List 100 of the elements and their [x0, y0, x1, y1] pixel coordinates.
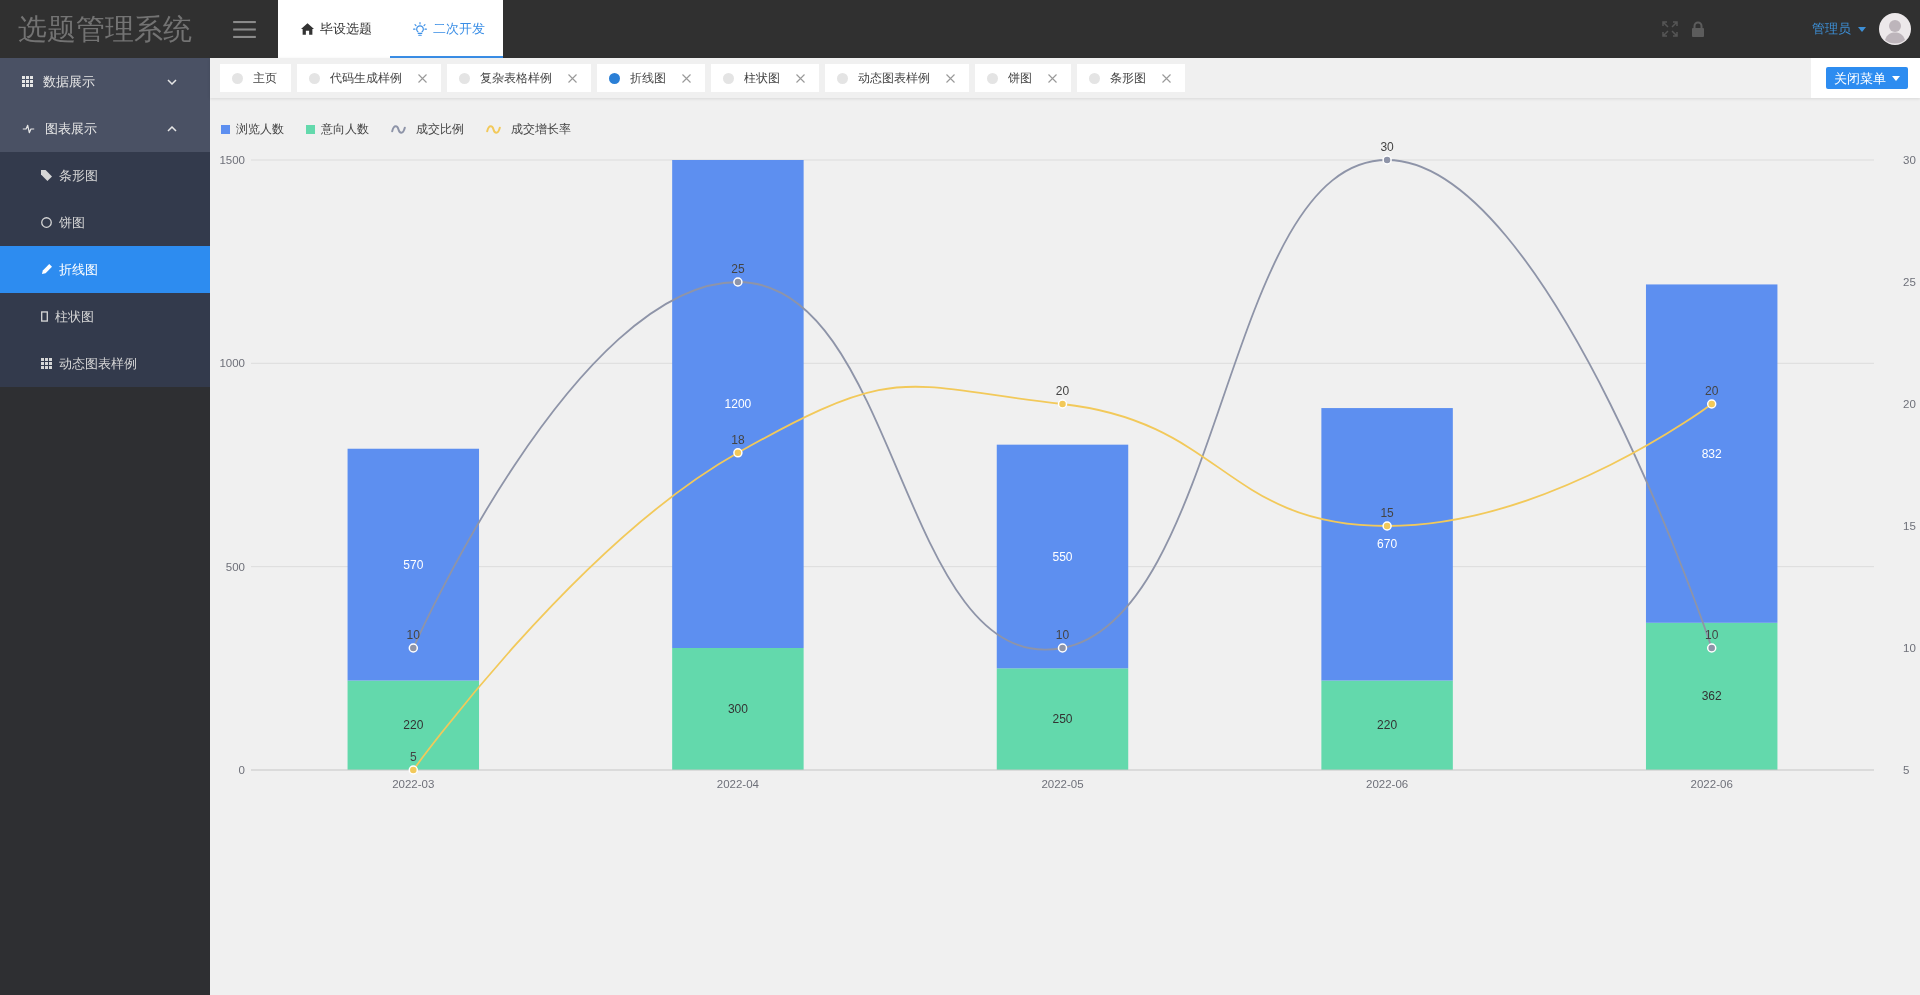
point-marker-icon: [1382, 521, 1392, 531]
bar-value-label: 220: [403, 718, 424, 733]
close-icon[interactable]: [1048, 73, 1057, 83]
status-dot-icon: [459, 72, 470, 84]
chevron-down-icon: [167, 78, 177, 85]
legend-label: 成交比例: [416, 121, 464, 138]
sidebar-submenu-item[interactable]: 饼图: [0, 199, 210, 246]
legend-item[interactable]: 成交增长率: [486, 120, 571, 138]
point-value-label: 10: [406, 628, 420, 642]
close-icon[interactable]: [568, 73, 577, 83]
status-dot-icon: [309, 72, 320, 84]
page-tab[interactable]: 复杂表格样例: [447, 64, 591, 92]
y-axis-label: 15: [1903, 520, 1916, 532]
y-axis-label: 500: [225, 560, 245, 573]
bar-value-label: 832: [1701, 446, 1722, 461]
y-axis-label: 20: [1903, 398, 1916, 410]
sidebar-submenu-item[interactable]: 条形图: [0, 152, 210, 199]
y-axis-label: 5: [1903, 764, 1910, 776]
bar-value-label: 300: [727, 702, 748, 716]
point-value-label: 10: [1055, 628, 1070, 642]
x-axis-label: 2022-06: [1366, 778, 1409, 790]
status-dot-icon: [232, 72, 243, 84]
page-tab[interactable]: 柱状图: [711, 64, 819, 92]
close-icon[interactable]: [682, 73, 691, 83]
sidebar-submenu-item[interactable]: 柱状图: [0, 293, 210, 340]
point-marker-icon: [1057, 399, 1068, 409]
point-value-label: 30: [1380, 140, 1394, 154]
circle-icon: [41, 217, 52, 228]
point-marker-icon: [408, 643, 419, 653]
bar-value-label: 1200: [724, 397, 752, 411]
legend-item[interactable]: 成交比例: [391, 120, 464, 138]
point-value-label: 5: [409, 750, 417, 764]
grid-icon: [22, 76, 33, 87]
status-dot-icon: [987, 72, 998, 84]
status-dot-icon: [609, 72, 620, 84]
point-marker-icon: [1706, 399, 1717, 409]
x-axis-label: 2022-06: [1690, 778, 1733, 790]
app-title: 选题管理系统: [18, 11, 192, 47]
point-marker-icon: [733, 277, 743, 287]
point-value-label: 18: [731, 432, 745, 447]
grid-icon: [41, 358, 52, 369]
point-value-label: 15: [1380, 506, 1394, 520]
top-nav-tab[interactable]: 毕设选题: [278, 0, 390, 58]
tag-icon: [41, 170, 52, 181]
caret-icon: [1858, 26, 1866, 32]
caret-icon: [1892, 75, 1900, 81]
y-axis-label: 1000: [219, 357, 245, 370]
page-tab[interactable]: 条形图: [1077, 64, 1185, 92]
x-axis-label: 2022-05: [1041, 778, 1084, 790]
point-value-label: 25: [731, 262, 745, 276]
y-axis-label: 25: [1903, 276, 1916, 288]
close-icon[interactable]: [946, 73, 955, 83]
point-value-label: 20: [1705, 384, 1719, 398]
status-dot-icon: [723, 72, 734, 84]
y-axis-label: 10: [1903, 642, 1916, 654]
page-tab[interactable]: 折线图: [597, 64, 705, 92]
user-menu[interactable]: 管理员: [1812, 19, 1866, 39]
point-marker-icon: [1057, 643, 1068, 653]
bar-value-label: 362: [1701, 689, 1722, 704]
sidebar-menu-item[interactable]: 图表展示: [0, 105, 210, 152]
close-icon[interactable]: [418, 73, 427, 83]
menu-icon[interactable]: [232, 20, 256, 38]
sidebar-menu-item[interactable]: 数据展示: [0, 58, 210, 105]
point-marker-icon: [1382, 155, 1392, 165]
legend-label: 浏览人数: [236, 121, 284, 138]
fullscreen-icon[interactable]: [1662, 21, 1678, 37]
close-icon[interactable]: [796, 73, 805, 83]
page-tab[interactable]: 饼图: [975, 64, 1071, 92]
page-tab[interactable]: 主页: [220, 64, 291, 92]
y-axis-label: 30: [1903, 154, 1916, 166]
y-axis-label: 1500: [219, 154, 245, 166]
x-axis-label: 2022-04: [716, 778, 759, 790]
y-axis-label: 0: [238, 764, 245, 776]
legend-item[interactable]: 意向人数: [306, 120, 369, 138]
lock-icon[interactable]: [1691, 21, 1705, 37]
point-marker-icon: [408, 765, 419, 775]
point-marker-icon: [733, 448, 743, 458]
bar-value-label: 220: [1377, 718, 1398, 733]
close-icon[interactable]: [1162, 73, 1171, 83]
bar-value-label: 670: [1377, 537, 1398, 552]
point-marker-icon: [1706, 643, 1717, 653]
point-value-label: 10: [1705, 628, 1719, 642]
pulse-icon: [22, 123, 35, 134]
bar-value-label: 570: [403, 557, 424, 572]
point-value-label: 20: [1055, 384, 1070, 398]
chevron-up-icon: [167, 125, 177, 132]
rectangle-icon: [41, 311, 48, 322]
status-dot-icon: [1089, 72, 1100, 84]
pencil-icon: [41, 264, 52, 275]
top-nav-tab[interactable]: 二次开发: [390, 0, 503, 58]
legend-item[interactable]: 浏览人数: [221, 120, 284, 138]
bar-value-label: 550: [1052, 549, 1073, 564]
sidebar-submenu-item[interactable]: 动态图表样例: [0, 340, 210, 387]
legend-label: 成交增长率: [511, 121, 571, 138]
user-avatar[interactable]: [1879, 13, 1911, 45]
bar-value-label: 250: [1052, 712, 1073, 727]
page-tab[interactable]: 代码生成样例: [297, 64, 441, 92]
page-tab[interactable]: 动态图表样例: [825, 64, 969, 92]
home-icon: [301, 23, 314, 35]
lightbulb-icon: [413, 22, 427, 36]
